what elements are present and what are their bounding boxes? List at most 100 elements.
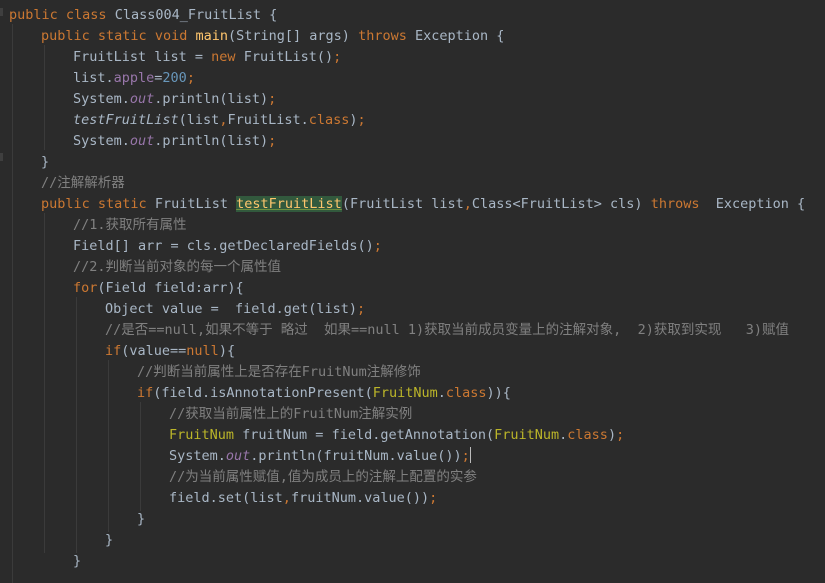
arguments: (list — [178, 112, 220, 128]
keyword: class — [65, 7, 107, 23]
parameters: Class<FruitList> cls) — [471, 196, 643, 212]
code-line-4[interactable]: list.apple=200; — [73, 68, 195, 89]
field-reference: apple — [113, 70, 155, 86]
code-line-16[interactable]: //是否==null,如果不等于 略过 如果==null 1)获取当前成员变量上… — [105, 320, 789, 341]
dot: . — [437, 385, 446, 401]
code-line-8[interactable]: } — [41, 152, 49, 173]
fold-marker[interactable] — [0, 153, 3, 161]
keyword: if — [137, 385, 154, 401]
annotation-type: FruitNum — [494, 427, 560, 443]
code-line-23[interactable]: //为当前属性赋值,值为成员上的注解上配置的实参 — [169, 467, 477, 488]
keyword: public — [9, 7, 58, 23]
keyword: public — [41, 28, 90, 44]
code-line-24[interactable]: field.set(list,fruitNum.value()); — [169, 488, 437, 509]
comment: //1.获取所有属性 — [73, 217, 187, 233]
indent-guide — [108, 360, 109, 532]
code-line-17[interactable]: if(value==null){ — [105, 341, 235, 362]
code-line-12[interactable]: Field[] arr = cls.getDeclaredFields(); — [73, 236, 382, 257]
statement: System. — [73, 133, 130, 149]
exception-type: Exception { — [415, 28, 505, 44]
code-line-10[interactable]: public static FruitList testFruitList(Fr… — [41, 194, 805, 215]
comment: //为当前属性赋值,值为成员上的注解上配置的实参 — [169, 469, 477, 485]
statement: field.set(list — [169, 490, 283, 506]
static-field: out — [129, 133, 155, 149]
keyword: static — [97, 28, 147, 44]
code-line-2[interactable]: public static void main(String[] args) t… — [41, 26, 504, 47]
closing-brace: } — [105, 532, 114, 548]
semicolon: ; — [616, 427, 625, 443]
code-line-7[interactable]: System.out.println(list); — [73, 131, 276, 152]
exception-type: Exception { — [715, 196, 806, 212]
statement: System. — [73, 91, 130, 107]
code-line-26[interactable]: } — [105, 530, 113, 551]
parameters: (String[] args) — [228, 28, 350, 44]
semicolon: ; — [461, 448, 470, 464]
code-line-21[interactable]: FruitNum fruitNum = field.getAnnotation(… — [169, 425, 624, 446]
paren: ) — [349, 112, 358, 128]
code-line-1[interactable]: public class Class004_FruitList { — [9, 5, 277, 26]
keyword: new — [211, 49, 236, 65]
keyword: class — [308, 112, 350, 128]
code-line-25[interactable]: } — [137, 509, 145, 530]
keyword: public — [41, 196, 90, 212]
arguments: fruitNum.value()) — [290, 490, 430, 506]
method-call: .println(fruitNum.value()) — [250, 448, 462, 464]
annotation-type: FruitNum — [372, 385, 438, 401]
text-caret — [469, 447, 471, 463]
method-call: .println(list) — [154, 91, 269, 107]
code-line-14[interactable]: for(Field field:arr){ — [73, 278, 244, 299]
semicolon: ; — [429, 490, 438, 506]
indent-guide — [44, 213, 45, 553]
code-line-5[interactable]: System.out.println(list); — [73, 89, 276, 110]
indent-guide — [12, 24, 13, 583]
loop-header: (Field field:arr){ — [97, 280, 244, 296]
class-declaration: Class004_FruitList { — [114, 7, 278, 23]
code-line-9[interactable]: //注解解析器 — [41, 173, 125, 194]
code-line-3[interactable]: FruitList list = new FruitList(); — [73, 47, 341, 68]
semicolon: ; — [356, 301, 366, 317]
indent-guide — [140, 402, 141, 511]
static-field: out — [225, 448, 251, 464]
code-line-19[interactable]: if(field.isAnnotationPresent(FruitNum.cl… — [137, 383, 511, 404]
closing-brace: } — [73, 553, 82, 569]
comment: //获取当前属性上的FruitNum注解实例 — [169, 406, 413, 422]
paren: )){ — [486, 385, 511, 401]
semicolon: ; — [333, 49, 342, 65]
static-method-call: testFruitList — [73, 112, 179, 128]
code-line-11[interactable]: //1.获取所有属性 — [73, 215, 187, 236]
code-editor[interactable]: public class Class004_FruitList { public… — [0, 0, 825, 583]
return-type: FruitList — [154, 196, 228, 212]
comma: , — [282, 490, 291, 506]
code-line-20[interactable]: //获取当前属性上的FruitNum注解实例 — [169, 404, 412, 425]
keyword: if — [105, 343, 122, 359]
number-literal: 200 — [162, 70, 187, 86]
fold-marker[interactable] — [0, 8, 3, 16]
method-call: .println(list) — [154, 133, 269, 149]
keyword: void — [154, 28, 188, 44]
closing-brace: } — [41, 154, 50, 170]
constructor-call: FruitList() — [243, 49, 334, 65]
keyword: throws — [650, 196, 700, 212]
code-line-13[interactable]: //2.判断当前对象的每一个属性值 — [73, 257, 281, 278]
keyword: for — [73, 280, 98, 296]
keyword: null — [186, 343, 219, 359]
method-call: (field.isAnnotationPresent( — [153, 385, 373, 401]
code-line-27[interactable]: } — [73, 551, 81, 572]
statement: Object value = field.get(list) — [105, 301, 357, 317]
method-name-highlighted: testFruitList — [236, 196, 342, 212]
statement: list. — [73, 70, 114, 86]
paren: ) — [607, 427, 617, 443]
paren: ){ — [218, 343, 236, 359]
code-line-22[interactable]: System.out.println(fruitNum.value()); — [169, 446, 471, 467]
code-line-6[interactable]: testFruitList(list,FruitList.class); — [73, 110, 366, 131]
semicolon: ; — [268, 133, 277, 149]
indent-guide — [76, 297, 77, 553]
closing-brace: } — [137, 511, 146, 527]
statement: fruitNum = field.getAnnotation( — [234, 427, 495, 443]
semicolon: ; — [373, 238, 382, 254]
code-line-18[interactable]: //判断当前属性上是否存在FruitNum注解修饰 — [137, 362, 421, 383]
annotation-type: FruitNum — [169, 427, 235, 443]
keyword: class — [567, 427, 608, 443]
code-line-15[interactable]: Object value = field.get(list); — [105, 299, 365, 320]
parameters: (FruitList list — [341, 196, 464, 212]
